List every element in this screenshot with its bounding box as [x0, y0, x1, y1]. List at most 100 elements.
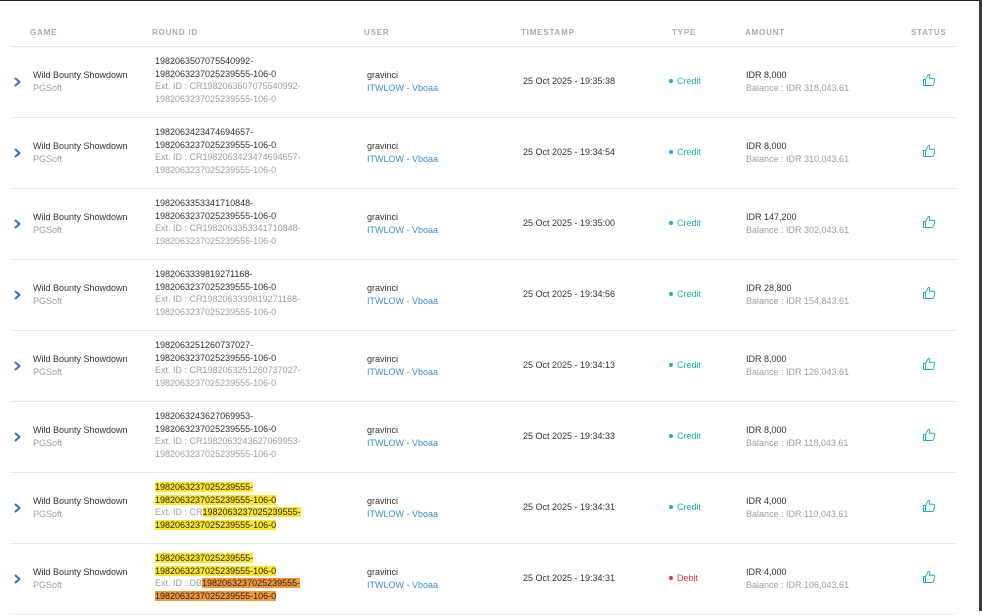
- amount-cell: IDR 28,800 Balance : IDR 154,843.61: [746, 282, 849, 307]
- amount-value: IDR 147,200: [746, 212, 797, 222]
- amount-cell: IDR 8,000 Balance : IDR 310,043.61: [746, 140, 849, 165]
- type-badge: Credit: [669, 430, 701, 443]
- type-label: Credit: [677, 431, 702, 441]
- column-header-type[interactable]: TYPE: [672, 28, 696, 37]
- round-id-line-2: 1982063237025239555-106-0: [155, 565, 277, 576]
- column-header-amount[interactable]: AMOUNT: [745, 28, 785, 37]
- table-row[interactable]: Wild Bounty Showdown PGSoft 19820632370252…: [10, 544, 956, 615]
- type-dot-icon: [669, 504, 673, 509]
- type-label: Credit: [677, 502, 702, 512]
- top-border: [0, 0, 982, 1]
- round-id-line-2: 1982063237025239555-106-0: [155, 281, 277, 292]
- round-id-line-2: 1982063237025239555-106-0: [155, 68, 277, 79]
- type-label: Credit: [677, 289, 702, 299]
- ext-id-prefix: Ext. ID : DB: [155, 578, 203, 588]
- balance-value: Balance : IDR 302,043.61: [746, 224, 850, 235]
- thumbs-up-icon[interactable]: [922, 499, 936, 513]
- thumbs-up-icon[interactable]: [922, 428, 936, 442]
- game-cell: Wild Bounty Showdown PGSoft: [33, 282, 128, 307]
- thumbs-up-icon[interactable]: [922, 286, 936, 300]
- thumbs-up-icon[interactable]: [922, 357, 936, 371]
- amount-cell: IDR 4,000 Balance : IDR 110,043.61: [746, 495, 848, 520]
- column-header-status[interactable]: STATUS: [911, 28, 947, 37]
- chevron-right-icon[interactable]: [12, 572, 24, 586]
- type-dot-icon: [669, 291, 673, 296]
- table-body: Wild Bounty Showdown PGSoft 19820635070755…: [10, 47, 956, 615]
- type-badge: Credit: [669, 217, 701, 230]
- column-header-round-id[interactable]: ROUND ID: [152, 28, 198, 37]
- game-provider: PGSoft: [33, 366, 63, 377]
- ext-id-line-2: 1982063237025239555-106-0: [155, 235, 277, 246]
- round-id-cell: 1982063237025239555- 1982063237025239555-…: [155, 481, 325, 531]
- column-header-game[interactable]: GAME: [30, 28, 57, 37]
- type-dot-icon: [669, 575, 673, 580]
- table-header: GAME ROUND ID USER TIMESTAMP TYPE AMOUNT…: [10, 18, 956, 47]
- table-row[interactable]: Wild Bounty Showdown PGSoft 19820632370252…: [10, 473, 956, 544]
- game-provider: PGSoft: [33, 437, 63, 448]
- chevron-right-icon[interactable]: [12, 217, 24, 231]
- ext-id-prefix: Ext. ID :: [155, 81, 190, 91]
- ext-id-line-2: 1982063237025239555-106-0: [155, 377, 277, 388]
- ext-id-prefix: Ext. ID :: [155, 223, 190, 233]
- ext-id-line-1: CR1982063251260737027-: [189, 365, 301, 375]
- game-name: Wild Bounty Showdown: [33, 425, 128, 435]
- chevron-right-icon[interactable]: [12, 501, 24, 515]
- agent-link[interactable]: ITWLOW - Vboaa: [367, 224, 438, 237]
- username: gravinci: [367, 283, 399, 293]
- type-badge: Debit: [669, 572, 698, 585]
- agent-link[interactable]: ITWLOW - Vboaa: [367, 579, 438, 592]
- ext-id-prefix: Ext. ID :: [155, 365, 190, 375]
- type-badge: Credit: [669, 359, 701, 372]
- game-provider: PGSoft: [33, 579, 63, 590]
- table-row[interactable]: Wild Bounty Showdown PGSoft 19820633398192…: [10, 260, 956, 331]
- type-dot-icon: [669, 78, 673, 83]
- thumbs-up-icon[interactable]: [922, 215, 936, 229]
- agent-link[interactable]: ITWLOW - Vboaa: [367, 508, 438, 521]
- thumbs-up-icon[interactable]: [922, 73, 936, 87]
- thumbs-up-icon[interactable]: [922, 570, 936, 584]
- column-header-user[interactable]: USER: [364, 28, 389, 37]
- agent-link[interactable]: ITWLOW - Vboaa: [367, 82, 438, 95]
- round-id-cell: 1982063237025239555- 1982063237025239555-…: [155, 552, 325, 602]
- thumbs-up-icon[interactable]: [922, 144, 936, 158]
- chevron-right-icon[interactable]: [12, 359, 24, 373]
- amount-value: IDR 4,000: [746, 567, 787, 577]
- amount-cell: IDR 147,200 Balance : IDR 302,043.61: [746, 211, 849, 236]
- chevron-right-icon[interactable]: [12, 430, 24, 444]
- ext-id-line-1: 1982063237025239555-: [202, 507, 301, 517]
- username: gravinci: [367, 496, 399, 506]
- game-name: Wild Bounty Showdown: [33, 70, 128, 80]
- round-id-cell: 1982063423474694657- 1982063237025239555-…: [155, 126, 325, 176]
- game-cell: Wild Bounty Showdown PGSoft: [33, 140, 128, 165]
- agent-link[interactable]: ITWLOW - Vboaa: [367, 153, 438, 166]
- ext-id-line-1: CR1982063423474694657-: [189, 152, 301, 162]
- agent-link[interactable]: ITWLOW - Vboaa: [367, 437, 438, 450]
- amount-cell: IDR 4,000 Balance : IDR 106,043.61: [746, 566, 849, 591]
- table-row[interactable]: Wild Bounty Showdown PGSoft 19820635070755…: [10, 47, 956, 118]
- table-row[interactable]: Wild Bounty Showdown PGSoft 19820632512607…: [10, 331, 956, 402]
- agent-link[interactable]: ITWLOW - Vboaa: [367, 366, 438, 379]
- round-id-line-1: 1982063507075540992-: [155, 56, 254, 66]
- username: gravinci: [367, 354, 399, 364]
- column-header-timestamp[interactable]: TIMESTAMP: [521, 28, 575, 37]
- chevron-right-icon[interactable]: [12, 146, 24, 160]
- user-cell: gravinci ITWLOW - Vboaa: [367, 69, 438, 94]
- amount-cell: IDR 8,000 Balance : IDR 126,043.61: [746, 353, 849, 378]
- amount-cell: IDR 8,000 Balance : IDR 318,043.61: [746, 69, 849, 94]
- chevron-right-icon[interactable]: [12, 288, 24, 302]
- round-id-cell: 1982063243627069953- 1982063237025239555-…: [155, 410, 325, 460]
- chevron-right-icon[interactable]: [12, 75, 24, 89]
- game-cell: Wild Bounty Showdown PGSoft: [33, 424, 128, 449]
- ext-id-line-2: 1982063237025239555-106-0: [155, 590, 277, 601]
- username: gravinci: [367, 141, 399, 151]
- table-row[interactable]: Wild Bounty Showdown PGSoft 19820632436270…: [10, 402, 956, 473]
- table-row[interactable]: Wild Bounty Showdown PGSoft 19820633533417…: [10, 189, 956, 260]
- game-name: Wild Bounty Showdown: [33, 496, 128, 506]
- round-id-line-2: 1982063237025239555-106-0: [155, 423, 277, 434]
- user-cell: gravinci ITWLOW - Vboaa: [367, 140, 438, 165]
- type-label: Credit: [677, 147, 702, 157]
- agent-link[interactable]: ITWLOW - Vboaa: [367, 295, 438, 308]
- round-id-line-2: 1982063237025239555-106-0: [155, 352, 277, 363]
- table-row[interactable]: Wild Bounty Showdown PGSoft 19820634234746…: [10, 118, 956, 189]
- game-cell: Wild Bounty Showdown PGSoft: [33, 211, 128, 236]
